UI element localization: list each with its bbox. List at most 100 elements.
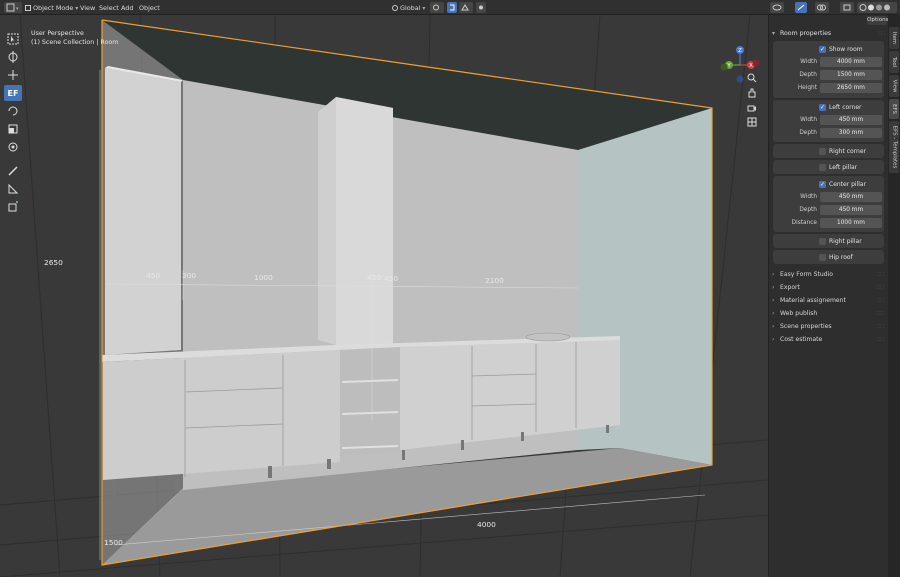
room-properties-header[interactable]: ▾ Room properties ∷∷: [772, 28, 885, 39]
center-pillar-depth-label: Depth: [799, 207, 817, 213]
pivot-point-button[interactable]: [430, 2, 444, 13]
select-tool[interactable]: [4, 31, 22, 47]
options-button[interactable]: Options: [867, 16, 889, 25]
checkbox-icon: [819, 237, 826, 245]
shading-modes[interactable]: [857, 2, 897, 13]
room-height-field[interactable]: 2650 mm: [820, 83, 882, 93]
ortho-toggle-button[interactable]: [745, 115, 759, 129]
open-shelf: [340, 348, 400, 456]
section-scene-properties[interactable]: › Scene properties ∷∷: [772, 321, 884, 332]
room-width-field[interactable]: 4000 mm: [820, 57, 882, 67]
menu-add[interactable]: Add: [121, 3, 133, 13]
rotate-tool[interactable]: [4, 103, 22, 119]
snap-target-button[interactable]: [459, 2, 473, 13]
right-pillar-checkbox[interactable]: Right pillar: [819, 236, 862, 246]
transform-tool[interactable]: [4, 139, 22, 155]
tab-tool[interactable]: Tool: [889, 51, 899, 73]
gizmo-toggle[interactable]: [795, 2, 807, 13]
show-room-label: Show room: [829, 45, 863, 53]
dim-pillar-left: 450: [367, 273, 382, 282]
left-corner-width-field[interactable]: 450 mm: [820, 115, 882, 125]
solid-shading-icon: [868, 4, 874, 11]
room-width-label: Width: [800, 59, 817, 65]
center-pillar-distance-field[interactable]: 1000 mm: [820, 218, 882, 228]
right-corner-label: Right corner: [829, 147, 866, 155]
wireframe-shading-icon: [859, 4, 867, 11]
proportional-icon: [479, 5, 483, 10]
snap-icon: [461, 4, 469, 11]
show-room-checkbox[interactable]: ✓ Show room: [819, 44, 863, 54]
tab-label: Tool: [891, 56, 898, 68]
move-tool[interactable]: [4, 67, 22, 83]
sink: [525, 332, 571, 342]
menu-select[interactable]: Select: [99, 3, 119, 13]
easy-form-tool[interactable]: EF: [4, 85, 22, 101]
section-label: Scene properties: [780, 323, 832, 330]
editor-type-button[interactable]: ▾: [4, 2, 22, 13]
menu-view[interactable]: View: [80, 3, 95, 13]
section-material-assignement[interactable]: › Material assignement ∷∷: [772, 295, 884, 306]
section-label: Export: [780, 284, 800, 291]
measure-tool[interactable]: [4, 181, 22, 197]
scale-tool[interactable]: [4, 121, 22, 137]
cursor-tool[interactable]: [4, 49, 22, 65]
collection-label: (1) Scene Collection | Room: [31, 39, 119, 46]
visibility-button[interactable]: [770, 2, 784, 13]
tab-efs[interactable]: EFS: [889, 99, 899, 119]
menu-object[interactable]: Object: [139, 3, 160, 13]
section-label: Cost estimate: [780, 336, 823, 343]
tab-view[interactable]: View: [889, 75, 899, 97]
add-cube-tool[interactable]: [4, 199, 22, 215]
overlay-toggle[interactable]: [815, 2, 829, 13]
camera-view-button[interactable]: [745, 101, 759, 115]
dim-height: 2650: [44, 258, 63, 267]
tab-label: EFS: [891, 104, 897, 114]
right-corner-checkbox[interactable]: Right corner: [819, 146, 866, 156]
checkbox-icon: [819, 253, 826, 261]
center-pillar-label: Center pillar: [829, 180, 867, 188]
tab-item[interactable]: Item: [889, 27, 899, 49]
ruler-icon: [8, 183, 19, 194]
hip-roof-label: Hip roof: [829, 253, 853, 261]
orientation-label: Global: [400, 4, 421, 12]
scene-render: [0, 15, 768, 577]
tab-label: View: [891, 79, 898, 93]
zoom-button[interactable]: [745, 71, 759, 85]
section-web-publish[interactable]: › Web publish ∷∷: [772, 308, 884, 319]
section-export[interactable]: › Export ∷∷: [772, 282, 884, 293]
center-pillar-width-field[interactable]: 450 mm: [820, 192, 882, 202]
room-height-label: Height: [797, 85, 817, 91]
transform-orientation-select[interactable]: Global ▾: [392, 3, 425, 13]
left-corner-depth-field[interactable]: 300 mm: [820, 128, 882, 138]
move-icon: [8, 70, 18, 80]
center-pillar-checkbox[interactable]: ✓ Center pillar: [819, 179, 866, 189]
section-cost-estimate[interactable]: › Cost estimate ∷∷: [772, 334, 884, 345]
pan-button[interactable]: [745, 86, 759, 100]
section-easy-form-studio[interactable]: › Easy Form Studio ∷∷: [772, 269, 884, 280]
left-pillar-checkbox[interactable]: Left pillar: [819, 162, 857, 172]
left-corner-width-label: Width: [800, 117, 817, 123]
center-pillar-depth-field[interactable]: 450 mm: [820, 205, 882, 215]
xray-toggle[interactable]: [840, 2, 854, 13]
tab-efs-templates[interactable]: EFS - Templates: [889, 121, 899, 173]
section-label: Material assignement: [780, 297, 846, 304]
left-corner-checkbox[interactable]: ✓ Left corner: [819, 102, 862, 112]
annotate-tool[interactable]: [4, 163, 22, 179]
dim-right-run: 2100: [485, 276, 504, 285]
eye-icon: [772, 4, 782, 11]
mode-label: Object Mode: [33, 4, 74, 12]
room-depth-field[interactable]: 1500 mm: [820, 70, 882, 80]
snap-toggle[interactable]: [447, 2, 457, 13]
proportional-edit-button[interactable]: [476, 2, 486, 13]
right-pillar-label: Right pillar: [829, 237, 862, 245]
rotate-icon: [8, 106, 18, 116]
orientation-icon: [392, 5, 398, 11]
tab-label: Item: [891, 31, 897, 45]
hip-roof-checkbox[interactable]: Hip roof: [819, 252, 853, 262]
3d-viewport[interactable]: User Perspective (1) Scene Collection | …: [0, 15, 768, 577]
properties-panel: Options ▾ Room properties ∷∷ ✓ Show room Wi…: [768, 15, 889, 577]
base-cabinets-left: [103, 350, 340, 480]
svg-text:X: X: [749, 63, 753, 69]
mode-selector[interactable]: Object Mode ▾: [25, 3, 78, 13]
perspective-label: User Perspective: [31, 30, 84, 37]
